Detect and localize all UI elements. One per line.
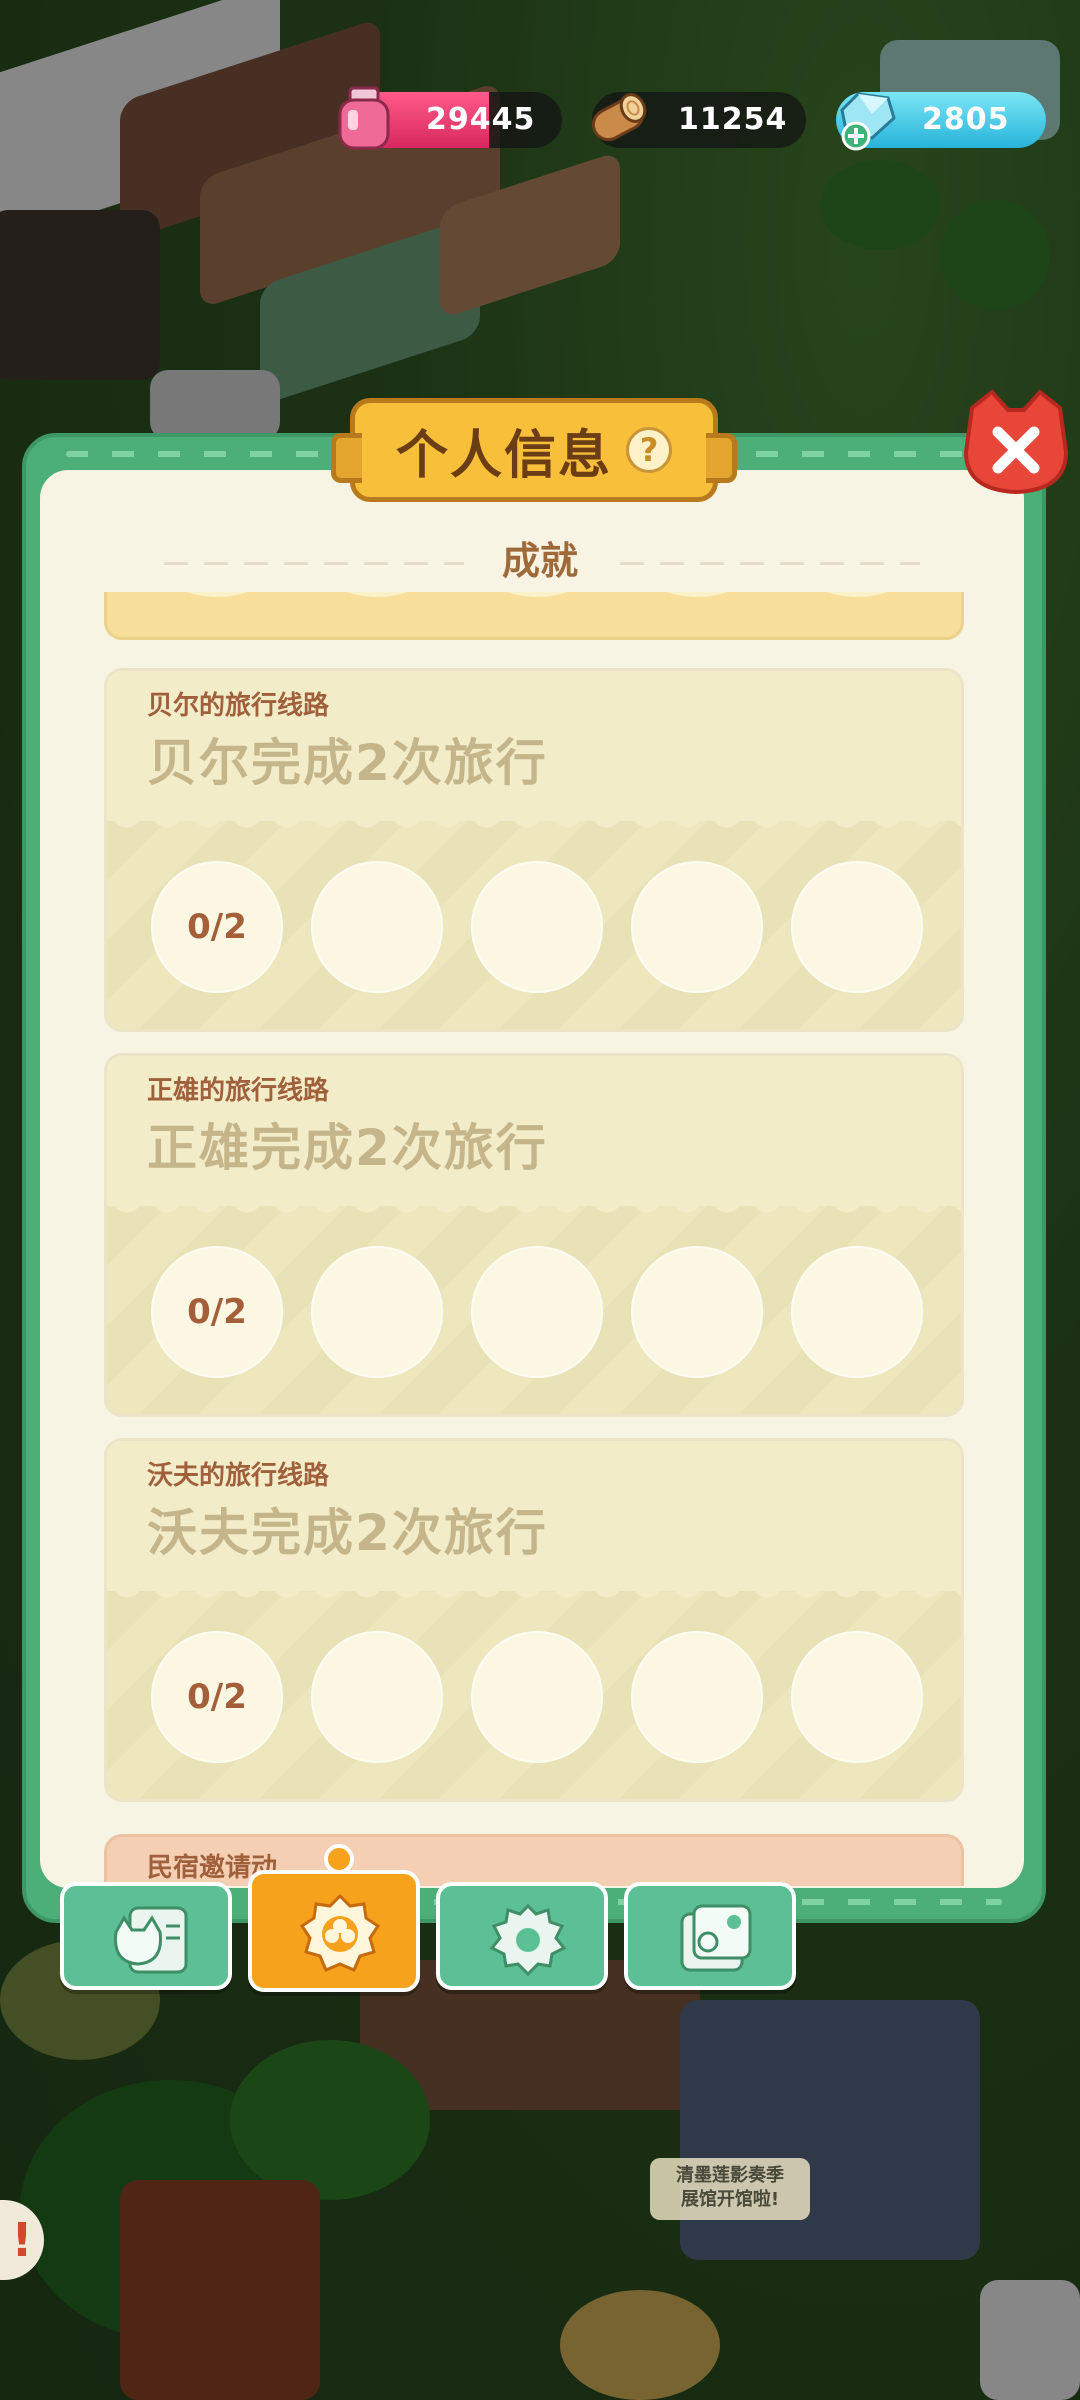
wood-log-icon bbox=[591, 93, 647, 142]
progress-slot-current: 0/2 bbox=[151, 1631, 283, 1763]
achievement-card-partial bbox=[104, 592, 964, 640]
tab-album[interactable] bbox=[624, 1882, 796, 1990]
achievement-title: 沃夫完成2次旅行 bbox=[147, 1504, 548, 1562]
ink-bottle-icon bbox=[338, 86, 390, 150]
progress-slots: 0/2 bbox=[151, 1631, 923, 1763]
progress-slot bbox=[471, 1246, 603, 1378]
panel-title: 个人信息 bbox=[395, 425, 612, 486]
achievement-list[interactable]: 贝尔的旅行线路 贝尔完成2次旅行 0/2 正雄的旅行线路 正雄完成2次旅行 0/… bbox=[104, 592, 964, 1886]
ink-amount: 29445 bbox=[426, 102, 536, 137]
progress-slot bbox=[631, 1631, 763, 1763]
tab-achievements[interactable] bbox=[248, 1844, 420, 1992]
event-sign-line1: 清墨莲影奏季 bbox=[676, 2165, 784, 2186]
event-sign-line2: 展馆开馆啦! bbox=[680, 2189, 780, 2210]
achievement-title: 贝尔完成2次旅行 bbox=[147, 734, 548, 792]
event-sign[interactable]: 清墨莲影奏季 展馆开馆啦! bbox=[650, 2158, 810, 2220]
progress-slot bbox=[631, 1246, 763, 1378]
achievement-card-partial[interactable]: 民宿邀请动 bbox=[104, 1834, 964, 1886]
tab-profile-card[interactable] bbox=[60, 1882, 232, 1990]
tab-settings[interactable] bbox=[436, 1882, 608, 1990]
progress-slot bbox=[471, 592, 603, 597]
progress-slot bbox=[151, 592, 283, 597]
progress-slot bbox=[311, 1631, 443, 1763]
achievement-subtitle: 贝尔的旅行线路 bbox=[147, 691, 330, 721]
progress-slot bbox=[791, 592, 923, 597]
progress-slot bbox=[471, 861, 603, 993]
progress-slot bbox=[311, 861, 443, 993]
medal-icon bbox=[299, 1893, 381, 1972]
section-title-achievements: 成就 bbox=[501, 539, 578, 583]
wood-resource-counter[interactable]: 11254 bbox=[591, 92, 806, 148]
progress-slot bbox=[311, 592, 443, 597]
progress-slot-current: 0/2 bbox=[151, 1246, 283, 1378]
gem-amount: 2805 bbox=[922, 102, 1010, 137]
wood-amount: 11254 bbox=[678, 102, 788, 137]
help-button[interactable]: ? bbox=[626, 427, 672, 473]
progress-slot bbox=[471, 1631, 603, 1763]
progress-slot bbox=[631, 861, 763, 993]
panel-title-plate: 个人信息 ? bbox=[331, 398, 737, 502]
close-button[interactable] bbox=[958, 386, 1074, 498]
cat-card-icon bbox=[113, 1906, 188, 1974]
achievement-title: 正雄完成2次旅行 bbox=[147, 1119, 548, 1177]
progress-slot bbox=[631, 592, 763, 597]
achievement-card[interactable]: 正雄的旅行线路 正雄完成2次旅行 0/2 bbox=[104, 1053, 964, 1417]
card-scallop-edge bbox=[107, 1583, 961, 1605]
achievement-subtitle: 沃夫的旅行线路 bbox=[147, 1461, 330, 1491]
active-tab-pin bbox=[324, 1844, 354, 1874]
gem-resource-counter[interactable]: 2805 bbox=[836, 92, 1046, 151]
ink-resource-counter[interactable]: 29445 bbox=[338, 86, 562, 150]
card-scallop-edge bbox=[107, 813, 961, 835]
achievement-card[interactable]: 沃夫的旅行线路 沃夫完成2次旅行 0/2 bbox=[104, 1438, 964, 1802]
progress-slots: 0/2 bbox=[151, 861, 923, 993]
card-scallop-edge bbox=[107, 1198, 961, 1220]
gear-icon bbox=[489, 1903, 567, 1977]
progress-slot bbox=[791, 861, 923, 993]
progress-slots: 0/2 bbox=[151, 1246, 923, 1378]
gem-add-icon[interactable] bbox=[832, 84, 902, 154]
photo-album-icon bbox=[680, 1904, 752, 1972]
progress-slot-current: 0/2 bbox=[151, 861, 283, 993]
achievement-subtitle: 正雄的旅行线路 bbox=[147, 1076, 330, 1106]
achievement-card[interactable]: 贝尔的旅行线路 贝尔完成2次旅行 0/2 bbox=[104, 668, 964, 1032]
progress-slot bbox=[311, 1246, 443, 1378]
progress-slot bbox=[791, 1246, 923, 1378]
progress-slot bbox=[791, 1631, 923, 1763]
